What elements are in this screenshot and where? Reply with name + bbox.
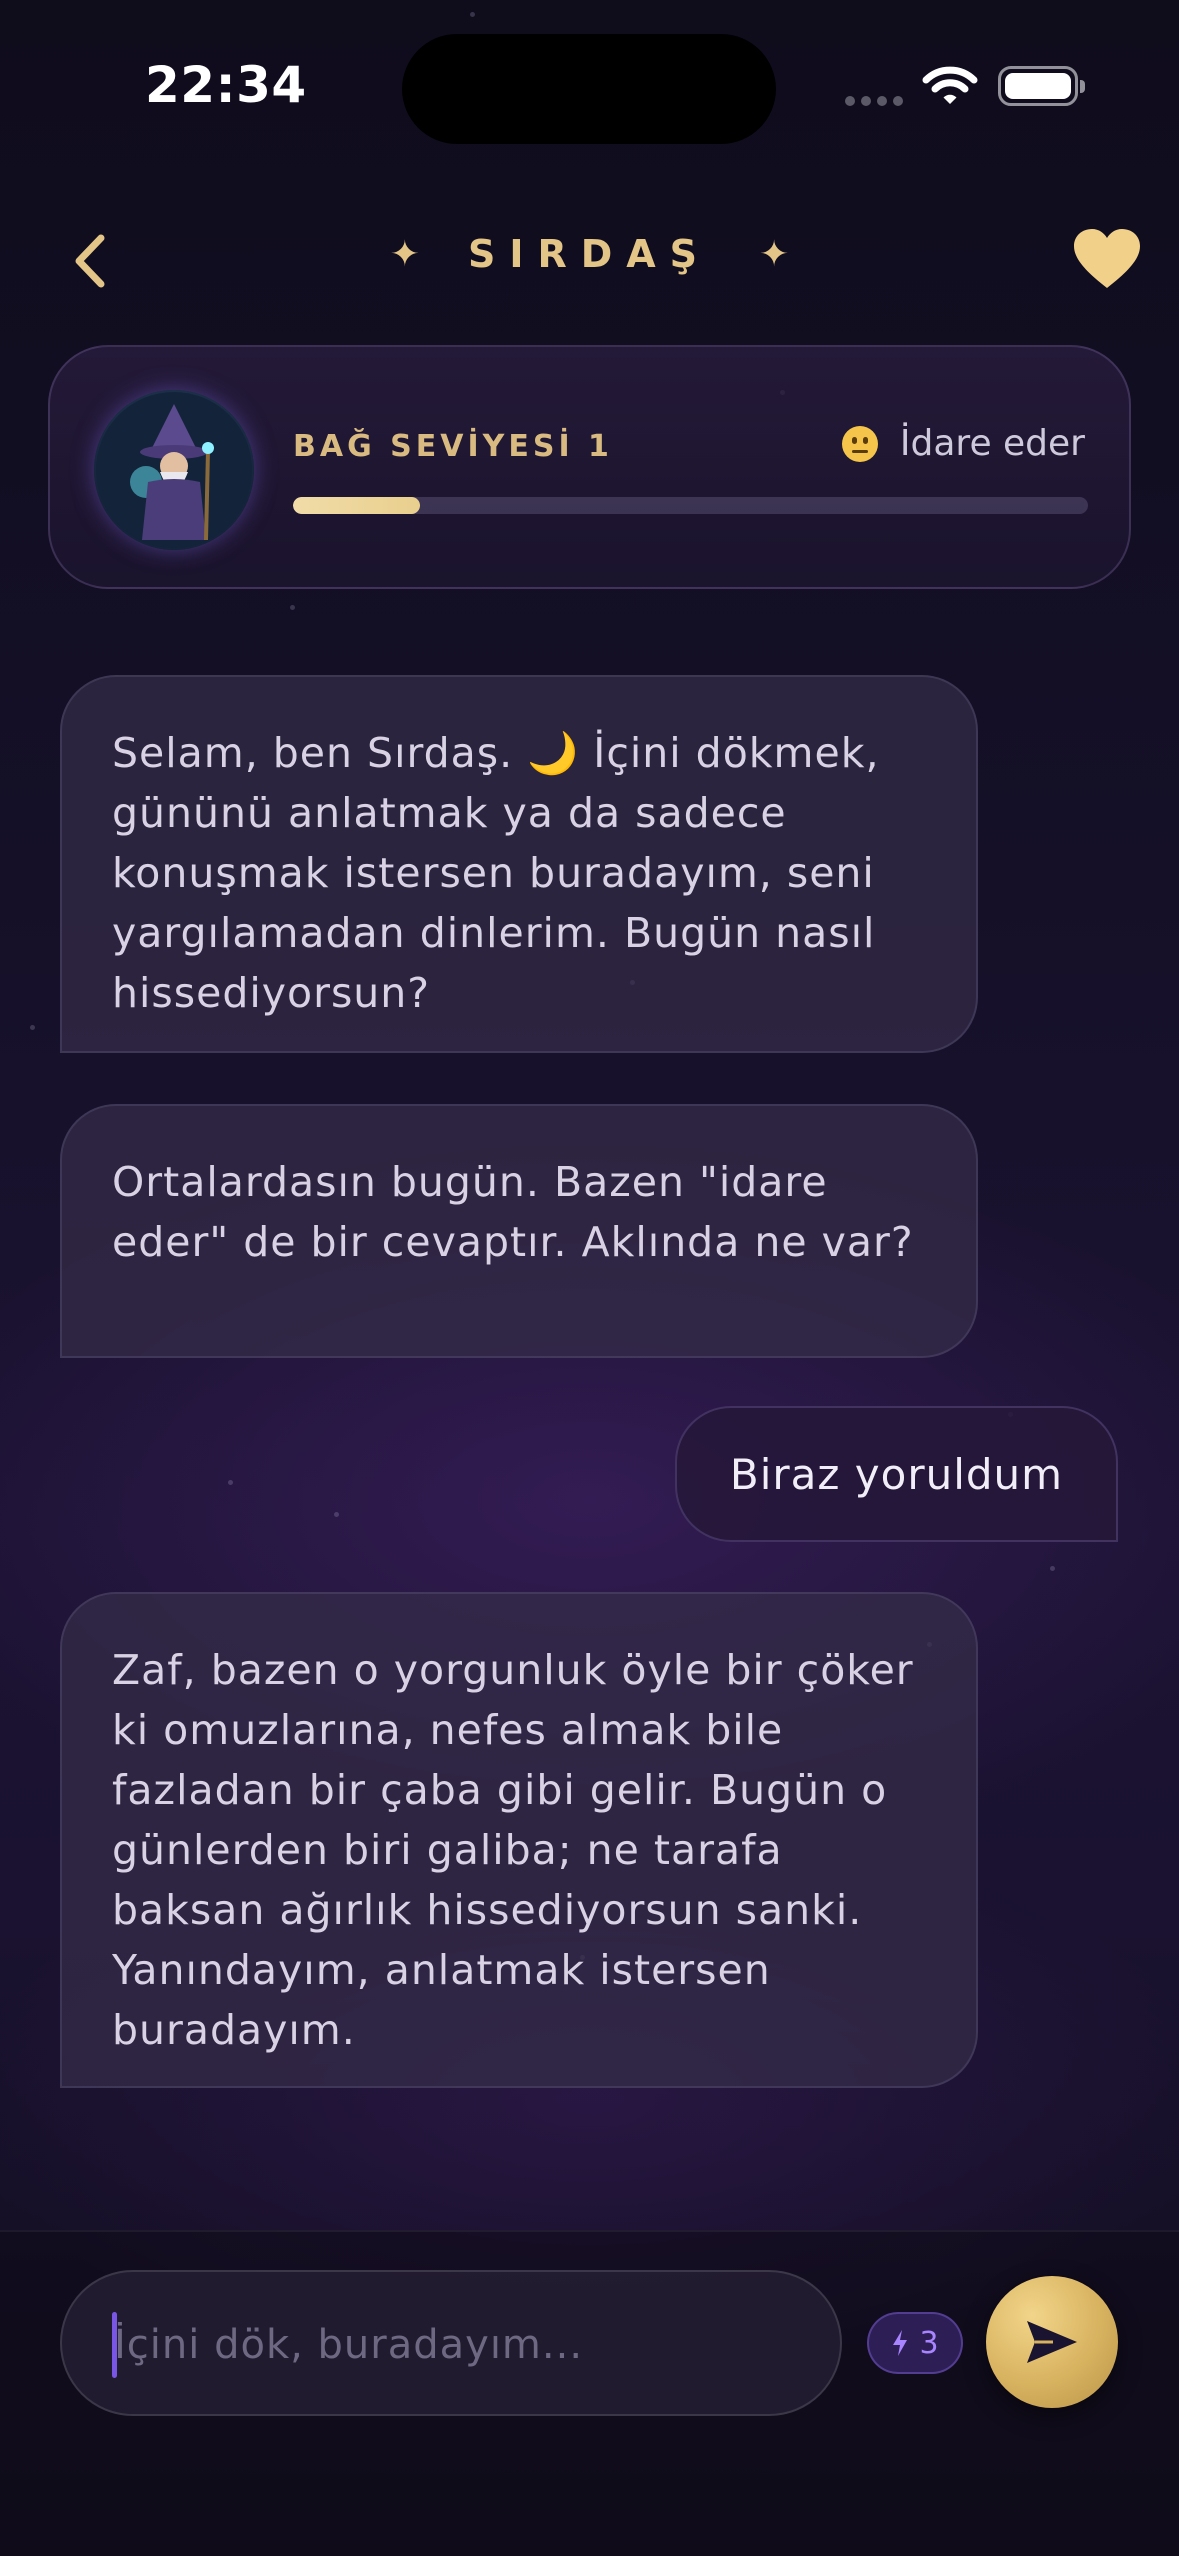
- lightning-icon: [893, 2330, 908, 2356]
- favorite-button[interactable]: [1072, 228, 1142, 294]
- bond-progress-bar: [293, 497, 1088, 514]
- mood-indicator: İdare eder: [841, 423, 1085, 464]
- credits-badge[interactable]: 3: [867, 2312, 963, 2374]
- message-text: Selam, ben Sırdaş. 🌙 İçini dökmek, günün…: [112, 729, 880, 1017]
- message-text: Biraz yoruldum: [729, 1449, 1064, 1499]
- bot-message: Selam, ben Sırdaş. 🌙 İçini dökmek, günün…: [60, 675, 978, 1053]
- heart-icon: [1074, 229, 1140, 288]
- sparkle-icon: ✦: [759, 233, 790, 275]
- bond-level-label: BAĞ SEVİYESİ 1: [293, 429, 613, 464]
- avatar: [94, 390, 254, 550]
- bond-progress-fill: [293, 497, 421, 514]
- bond-level-card: BAĞ SEVİYESİ 1 İdare eder: [48, 345, 1131, 589]
- send-icon: [1027, 2321, 1077, 2363]
- mood-label: İdare eder: [899, 423, 1085, 464]
- send-button[interactable]: [986, 2276, 1118, 2408]
- credits-count: 3: [919, 2325, 939, 2361]
- user-message: Biraz yoruldum: [675, 1406, 1118, 1542]
- bot-message: Ortalardasın bugün. Bazen "idare eder" d…: [60, 1104, 978, 1358]
- bot-message: Zaf, bazen o yorgunluk öyle bir çöker ki…: [60, 1592, 978, 2088]
- cellular-signal-icon: [845, 96, 903, 106]
- page-title: SIRDAŞ: [467, 232, 712, 276]
- message-input-container[interactable]: [60, 2270, 842, 2418]
- message-text: Ortalardasın bugün. Bazen "idare eder" d…: [112, 1158, 914, 1266]
- message-input[interactable]: [114, 2272, 814, 2418]
- status-time: 22:34: [145, 56, 307, 114]
- sparkle-icon: ✦: [389, 233, 420, 275]
- wifi-icon: [922, 66, 978, 104]
- wizard-avatar-icon: [96, 392, 252, 548]
- message-text: Zaf, bazen o yorgunluk öyle bir çöker ki…: [112, 1646, 914, 2054]
- battery-icon: [998, 66, 1085, 106]
- dynamic-island: [402, 34, 776, 144]
- mood-neutral-emoji-icon: [841, 425, 878, 462]
